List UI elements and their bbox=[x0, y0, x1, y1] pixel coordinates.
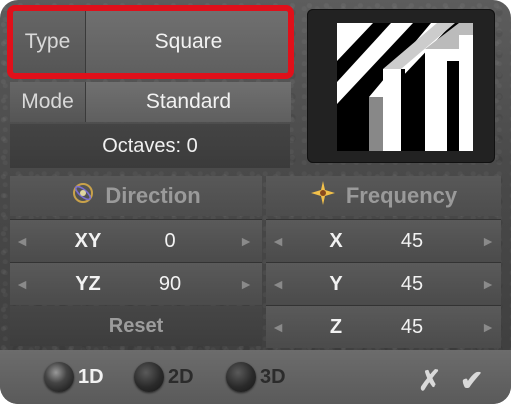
radio-dot-icon bbox=[44, 362, 74, 392]
axis-value[interactable]: 90 bbox=[130, 263, 210, 305]
octaves-field[interactable]: Octaves: 0 bbox=[10, 124, 290, 168]
spark-icon bbox=[310, 180, 336, 212]
preview-image bbox=[337, 23, 473, 151]
right-arrow-icon[interactable]: ► bbox=[234, 220, 258, 262]
radio-dot-icon bbox=[226, 362, 256, 392]
cancel-icon[interactable]: ✗ bbox=[418, 364, 441, 397]
right-arrow-icon[interactable]: ► bbox=[476, 220, 500, 262]
mode-value[interactable]: Standard bbox=[86, 82, 291, 122]
highlight-box bbox=[7, 5, 294, 79]
axis-label: YZ bbox=[75, 272, 101, 295]
confirm-icon[interactable]: ✔ bbox=[460, 364, 483, 397]
frequency-row-x: ◄ X 45 ► bbox=[266, 219, 501, 262]
radio-3d[interactable]: 3D bbox=[226, 359, 286, 395]
right-arrow-icon[interactable]: ► bbox=[476, 306, 500, 348]
axis-label: Y bbox=[329, 272, 343, 295]
axis-label: XY bbox=[74, 229, 102, 252]
axis-value[interactable]: 45 bbox=[372, 263, 452, 305]
frequency-row-y: ◄ Y 45 ► bbox=[266, 262, 501, 305]
atom-icon bbox=[71, 181, 95, 211]
square-pattern-panel: Type Square Mode Standard Octaves: 0 Dir… bbox=[0, 0, 511, 404]
frequency-row-z: ◄ Z 45 ► bbox=[266, 305, 501, 348]
axis-label: X bbox=[329, 229, 343, 252]
direction-header: Direction bbox=[10, 176, 262, 216]
left-arrow-icon[interactable]: ◄ bbox=[266, 306, 290, 348]
axis-value[interactable]: 45 bbox=[372, 220, 452, 262]
axis-value[interactable]: 45 bbox=[372, 306, 452, 348]
direction-row-xy: ◄ XY 0 ► bbox=[10, 219, 262, 262]
radio-2d[interactable]: 2D bbox=[134, 359, 194, 395]
frequency-header: Frequency bbox=[266, 176, 501, 216]
left-arrow-icon[interactable]: ◄ bbox=[10, 263, 34, 305]
radio-1d[interactable]: 1D bbox=[44, 359, 104, 395]
axis-value[interactable]: 0 bbox=[130, 220, 210, 262]
radio-dot-icon bbox=[134, 362, 164, 392]
texture-preview bbox=[307, 9, 495, 163]
right-arrow-icon[interactable]: ► bbox=[476, 263, 500, 305]
left-arrow-icon[interactable]: ◄ bbox=[10, 220, 34, 262]
mode-label: Mode bbox=[10, 82, 86, 122]
left-arrow-icon[interactable]: ◄ bbox=[266, 263, 290, 305]
right-arrow-icon[interactable]: ► bbox=[234, 263, 258, 305]
reset-button[interactable]: Reset bbox=[10, 306, 262, 346]
axis-label: Z bbox=[329, 315, 343, 338]
left-arrow-icon[interactable]: ◄ bbox=[266, 220, 290, 262]
direction-row-yz: ◄ YZ 90 ► bbox=[10, 262, 262, 305]
